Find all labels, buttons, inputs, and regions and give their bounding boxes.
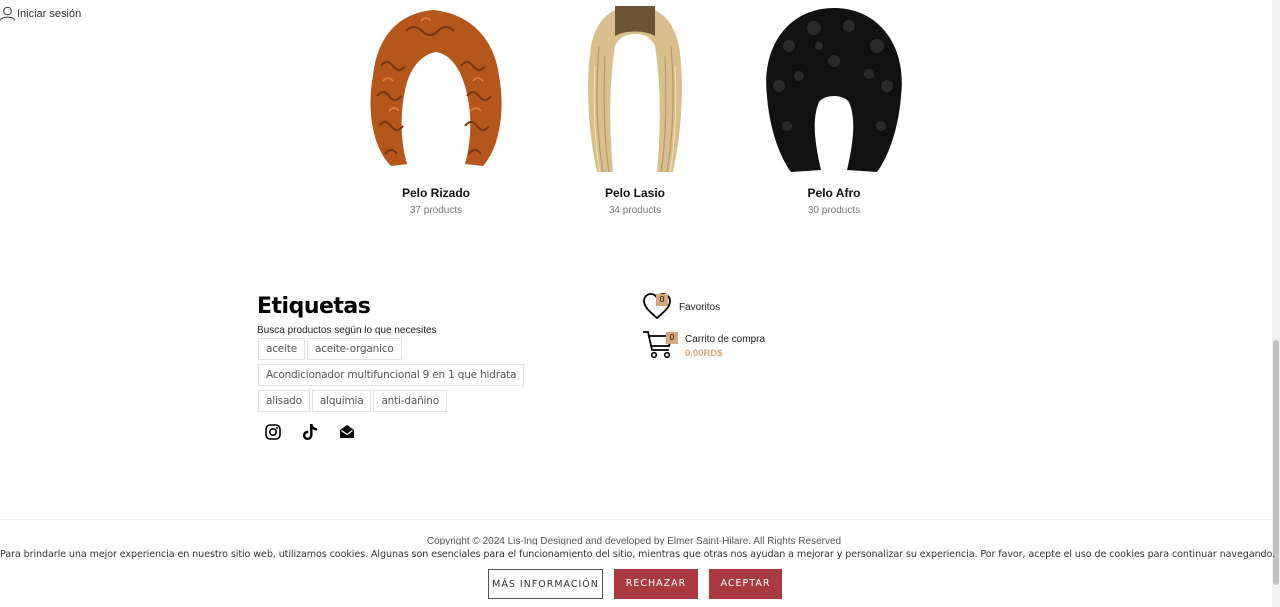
- login-label: Iniciar sesión: [17, 7, 82, 20]
- cart-total: 0.00RD$: [685, 348, 723, 359]
- login-link[interactable]: Iniciar sesión: [0, 6, 81, 21]
- category-count: 34 products: [608, 205, 662, 216]
- afro-wig-image[interactable]: [734, 6, 934, 174]
- cart-count-badge: 0: [666, 332, 678, 344]
- reject-cookies-button[interactable]: RECHAZAR: [614, 569, 698, 599]
- cookie-message: Para brindarle una mejor experiencia en …: [0, 549, 1276, 560]
- tag-link[interactable]: alisado: [258, 390, 310, 412]
- tag-link[interactable]: alquimia: [311, 390, 372, 412]
- favorites-label: Favoritos: [679, 301, 721, 313]
- cookie-banner: Para brindarle una mejor experiencia en …: [0, 545, 1276, 607]
- accept-cookies-button[interactable]: ACEPTAR: [709, 569, 782, 599]
- tag-link[interactable]: Acondicionador multifuncional 9 en 1 que…: [258, 364, 525, 386]
- social-links: [263, 422, 357, 442]
- category-pelo-afro[interactable]: Pelo Afro 30 products: [734, 6, 934, 217]
- category-name[interactable]: Pelo Afro: [734, 186, 934, 200]
- copyright-text: Copyright © 2024 Lis-Ing Designed and de…: [426, 536, 842, 545]
- category-name[interactable]: Pelo Lasio: [535, 186, 735, 200]
- mail-icon[interactable]: [337, 422, 357, 442]
- category-pelo-rizado[interactable]: Pelo Rizado 37 products: [336, 6, 536, 217]
- tags-title: Etiquetas: [257, 294, 371, 319]
- favorites-link[interactable]: 0 Favoritos: [642, 292, 720, 322]
- cart-link[interactable]: 0 Carrito de compra 0.00RD$: [642, 330, 765, 360]
- tag-cloud: aceite aceite-organico Acondicionador mu…: [258, 338, 578, 412]
- more-info-button[interactable]: MÁS INFORMACIÓN: [488, 569, 603, 599]
- tag-link[interactable]: anti-dañino: [373, 390, 447, 412]
- cart-icon: 0: [642, 330, 678, 360]
- tag-link[interactable]: aceite: [258, 338, 305, 360]
- category-count: 37 products: [409, 205, 463, 216]
- category-name[interactable]: Pelo Rizado: [336, 186, 536, 200]
- straight-wig-image[interactable]: [535, 6, 735, 174]
- tag-link[interactable]: aceite-organico: [306, 338, 402, 360]
- curly-wig-image[interactable]: [336, 6, 536, 174]
- tiktok-icon[interactable]: [300, 422, 320, 442]
- tags-subtitle: Busca productos según lo que necesites: [257, 325, 437, 336]
- category-pelo-lasio[interactable]: Pelo Lasio 34 products: [535, 6, 735, 217]
- instagram-icon[interactable]: [263, 422, 283, 442]
- cart-label: Carrito de compra: [685, 334, 766, 345]
- heart-icon: 0: [642, 292, 674, 322]
- category-count: 30 products: [807, 205, 861, 216]
- footer-divider: [0, 519, 1272, 520]
- favorites-count-badge: 0: [656, 294, 668, 306]
- user-icon: [0, 6, 15, 21]
